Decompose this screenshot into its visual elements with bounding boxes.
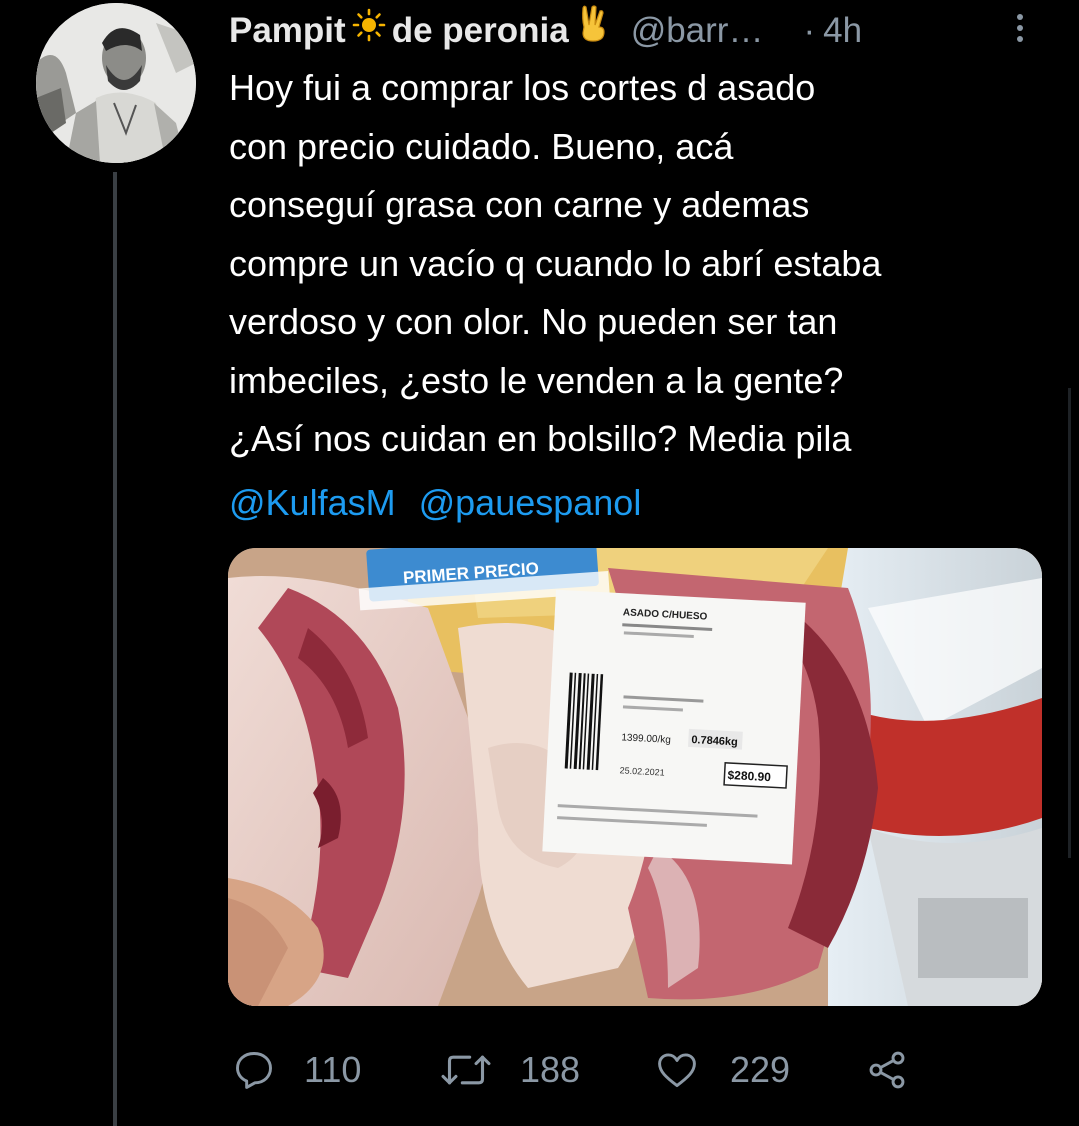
tweet-header: Pampit de peronia @barr… · 4h — [229, 5, 1029, 57]
thread-line — [113, 172, 117, 1126]
mention-link[interactable]: @pauespanol — [419, 482, 642, 523]
display-name-text: Pampit — [229, 11, 346, 50]
retweet-button[interactable]: 188 — [440, 1040, 580, 1100]
mention-link[interactable]: @KulfasM — [229, 482, 396, 523]
user-handle[interactable]: @barr… — [631, 6, 764, 56]
display-name-suffix: de peronia — [391, 11, 569, 50]
tweet-text-line: verdoso y con olor. No pueden ser tan — [229, 301, 838, 342]
reply-button[interactable]: 110 — [232, 1040, 361, 1100]
sun-icon — [352, 6, 386, 56]
weight: 0.7846kg — [691, 734, 738, 748]
scroll-indicator — [1068, 388, 1071, 858]
tweet-text: Hoy fui a comprar los cortes d asado con… — [229, 59, 1059, 469]
reply-icon — [232, 1048, 276, 1092]
avatar[interactable] — [36, 3, 196, 163]
retweet-icon — [440, 1048, 492, 1092]
tweet-text-line: compre un vacío q cuando lo abrí estaba — [229, 242, 882, 284]
mentions: @KulfasM @pauespanol — [229, 474, 654, 532]
tweet-actions: 110 188 229 — [232, 1040, 932, 1100]
heart-icon — [654, 1048, 700, 1092]
tweet-text-line: Hoy fui a comprar los cortes d asado — [229, 67, 816, 108]
reply-count: 110 — [304, 1049, 362, 1090]
tweet-text-line: ¿Así nos cuidan en bolsillo? Media pila — [229, 418, 852, 459]
timestamp[interactable]: 4h — [823, 6, 862, 56]
like-button[interactable]: 229 — [654, 1040, 790, 1100]
total-price: $280.90 — [727, 768, 771, 784]
tweet-text-line: con precio cuidado. Bueno, acá — [229, 125, 734, 167]
tweet-text-line: imbeciles, ¿esto le venden a la gente? — [229, 359, 844, 401]
share-icon — [864, 1048, 910, 1092]
tweet-photo[interactable]: PRIMER PRECIO ASADO C/HUESO 1399.00/kg 0… — [228, 548, 1042, 1006]
retweet-count: 188 — [520, 1049, 581, 1090]
separator-dot: · — [803, 11, 816, 50]
meat-package-photo: PRIMER PRECIO ASADO C/HUESO 1399.00/kg 0… — [228, 548, 1042, 1006]
avatar-photo — [36, 3, 196, 163]
like-count: 229 — [730, 1049, 791, 1090]
more-vertical-icon[interactable] — [1010, 8, 1030, 48]
display-name[interactable]: Pampit de peronia — [229, 5, 615, 57]
tweet-text-line: conseguí grasa con carne y ademas — [229, 184, 810, 225]
victory-hand-icon — [577, 5, 609, 57]
price-label: ASADO C/HUESO 1399.00/kg 0.7846kg 25.02.… — [542, 589, 806, 865]
share-button[interactable] — [864, 1040, 910, 1100]
